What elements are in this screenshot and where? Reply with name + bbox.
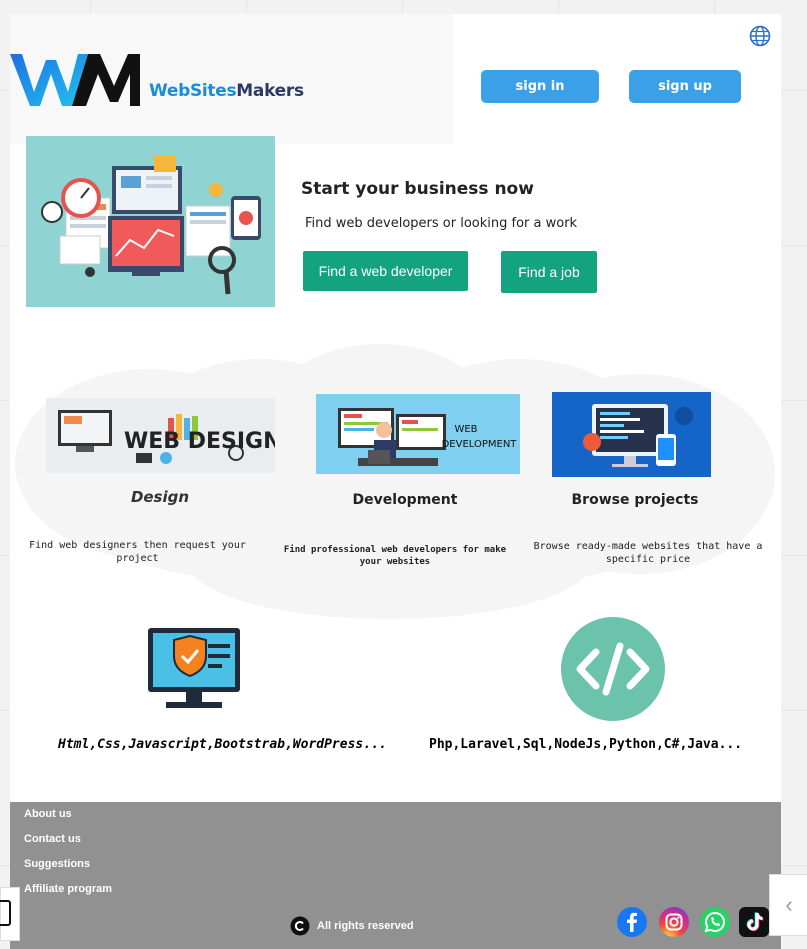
left-edge-widget[interactable]: [0, 887, 20, 941]
design-description: Find web designers then request your pro…: [10, 539, 265, 565]
footer-link-contact[interactable]: Contact us: [24, 833, 81, 845]
backend-tech-list: Php,Laravel,Sql,NodeJs,Python,C#,Java...: [429, 737, 743, 752]
browse-projects-title: Browse projects: [571, 492, 699, 508]
hero-subtitle: Find web developers or looking for a wor…: [305, 216, 578, 231]
hero-title: Start your business now: [301, 179, 534, 199]
sign-in-button[interactable]: sign in: [481, 70, 599, 103]
frontend-tech-list: Html,Css,Javascript,Bootstrab,WordPress.…: [58, 737, 387, 752]
web-development-image[interactable]: WEB DEVELOPMENT: [316, 394, 520, 474]
brand-name: WebSitesMakers: [149, 81, 304, 101]
copyright-icon: [290, 916, 310, 936]
copyright: All rights reserved: [290, 916, 414, 936]
browse-projects-image[interactable]: [552, 392, 711, 477]
sign-up-button[interactable]: sign up: [629, 70, 741, 103]
browse-projects-description: Browse ready-made websites that have a s…: [533, 540, 763, 566]
copyright-text: All rights reserved: [317, 920, 414, 932]
instagram-icon[interactable]: [658, 906, 690, 938]
development-desc-line1: Find professional web developers for mak…: [283, 545, 507, 555]
web-design-image-text: WEB DESIGN: [124, 429, 275, 454]
main-page: WebSitesMakers sign in sign up Start you…: [10, 14, 781, 949]
chevron-left-icon[interactable]: ‹: [769, 874, 807, 936]
development-title: Development: [352, 492, 458, 508]
hero-illustration: [26, 136, 275, 307]
footer-link-affiliate[interactable]: Affiliate program: [24, 883, 112, 895]
brand-part1: WebSites: [149, 81, 237, 101]
footer: About us Contact us Suggestions Affiliat…: [10, 802, 781, 949]
whatsapp-icon[interactable]: [699, 906, 731, 938]
tiktok-icon[interactable]: [738, 906, 770, 938]
development-desc-line2: your websites: [359, 557, 431, 567]
logo[interactable]: [10, 50, 330, 110]
globe-icon[interactable]: [749, 25, 771, 47]
design-title: Design: [130, 488, 190, 506]
footer-link-suggestions[interactable]: Suggestions: [24, 858, 90, 870]
logo-mark: [10, 54, 140, 106]
browse-desc-line2: specific price: [605, 554, 691, 565]
design-desc-line1: Find web designers then request your: [29, 540, 246, 551]
code-icon: [561, 617, 665, 721]
design-desc-line2: project: [116, 553, 159, 564]
frontend-monitor-icon: [148, 628, 240, 708]
brand-part2: Makers: [236, 81, 304, 101]
web-dev-image-text1: WEB: [454, 424, 477, 435]
cloud-background: [15, 344, 775, 619]
footer-link-about[interactable]: About us: [24, 808, 72, 820]
find-job-button[interactable]: Find a job: [501, 251, 597, 293]
web-dev-image-text2: DEVELOPMENT: [442, 439, 518, 450]
development-description: Find professional web developers for mak…: [280, 544, 510, 568]
facebook-icon[interactable]: [616, 906, 648, 938]
web-design-image[interactable]: WEB DESIGN: [46, 398, 282, 473]
browse-desc-line1: Browse ready-made websites that have a: [533, 541, 763, 552]
find-developer-button[interactable]: Find a web developer: [303, 251, 468, 291]
